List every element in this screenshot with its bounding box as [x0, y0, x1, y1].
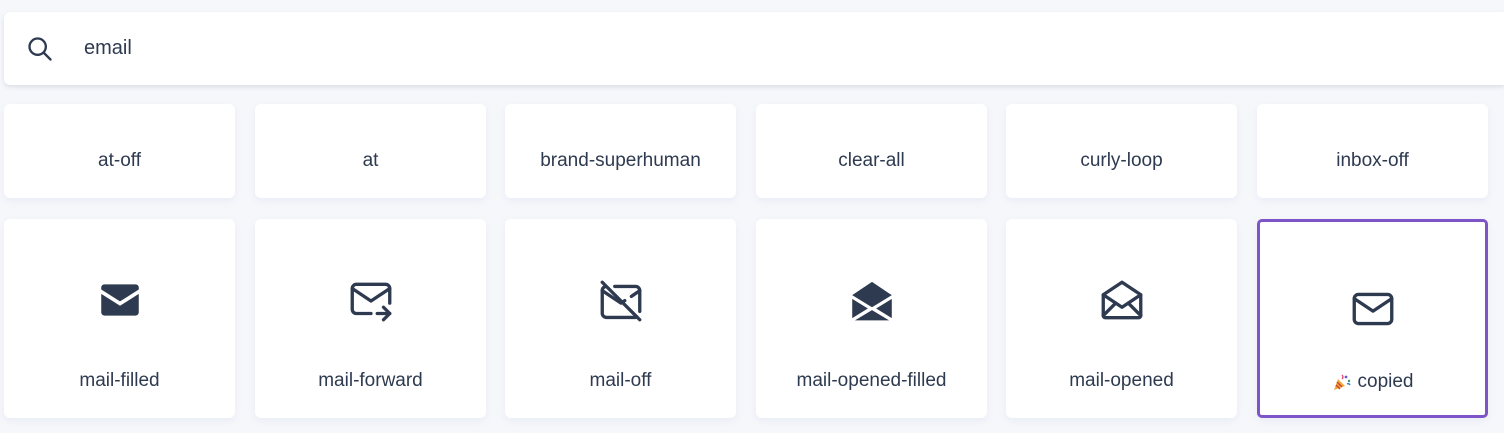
mail-opened-filled-icon [847, 276, 897, 326]
icon-card-at-off[interactable]: at-off [4, 104, 235, 198]
icon-card-curly-loop[interactable]: curly-loop [1006, 104, 1237, 198]
icon-card-clear-all[interactable]: clear-all [756, 104, 987, 198]
copied-text: copied [1357, 371, 1414, 392]
mail-opened-icon [1097, 276, 1147, 326]
icon-card-label: inbox-off [1336, 150, 1409, 171]
search-input[interactable] [84, 37, 1284, 60]
icon-card-inbox-off[interactable]: inbox-off [1257, 104, 1488, 198]
mail-icon [1348, 284, 1398, 334]
search-icon[interactable] [26, 35, 54, 63]
icon-card-mail-copied[interactable]: copied [1257, 219, 1488, 418]
party-popper-icon [1332, 372, 1352, 392]
icon-card-label: at-off [98, 150, 141, 171]
icon-card-label: mail-opened-filled [796, 370, 947, 391]
mail-off-icon [596, 276, 646, 326]
mail-forward-icon [346, 276, 396, 326]
icon-card-mail-forward[interactable]: mail-forward [255, 219, 486, 418]
icon-card-label: mail-forward [318, 370, 423, 391]
icon-card-at[interactable]: at [255, 104, 486, 198]
icon-card-label: mail-off [589, 370, 652, 391]
icon-card-brand-superhuman[interactable]: brand-superhuman [505, 104, 736, 198]
icon-card-label: mail-opened [1069, 370, 1174, 391]
icon-card-mail-filled[interactable]: mail-filled [4, 219, 235, 418]
mail-filled-icon [95, 276, 145, 326]
search-bar [4, 12, 1504, 85]
icon-card-mail-opened[interactable]: mail-opened [1006, 219, 1237, 418]
copied-label-wrap: copied [1260, 371, 1485, 398]
icon-card-label: curly-loop [1080, 150, 1163, 171]
icon-card-mail-opened-filled[interactable]: mail-opened-filled [756, 219, 987, 418]
icon-card-label: mail-filled [79, 370, 160, 391]
icon-card-mail-off[interactable]: mail-off [505, 219, 736, 418]
icon-card-label: clear-all [838, 150, 905, 171]
icon-card-label: brand-superhuman [540, 150, 701, 171]
icon-card-label: at [362, 150, 379, 171]
